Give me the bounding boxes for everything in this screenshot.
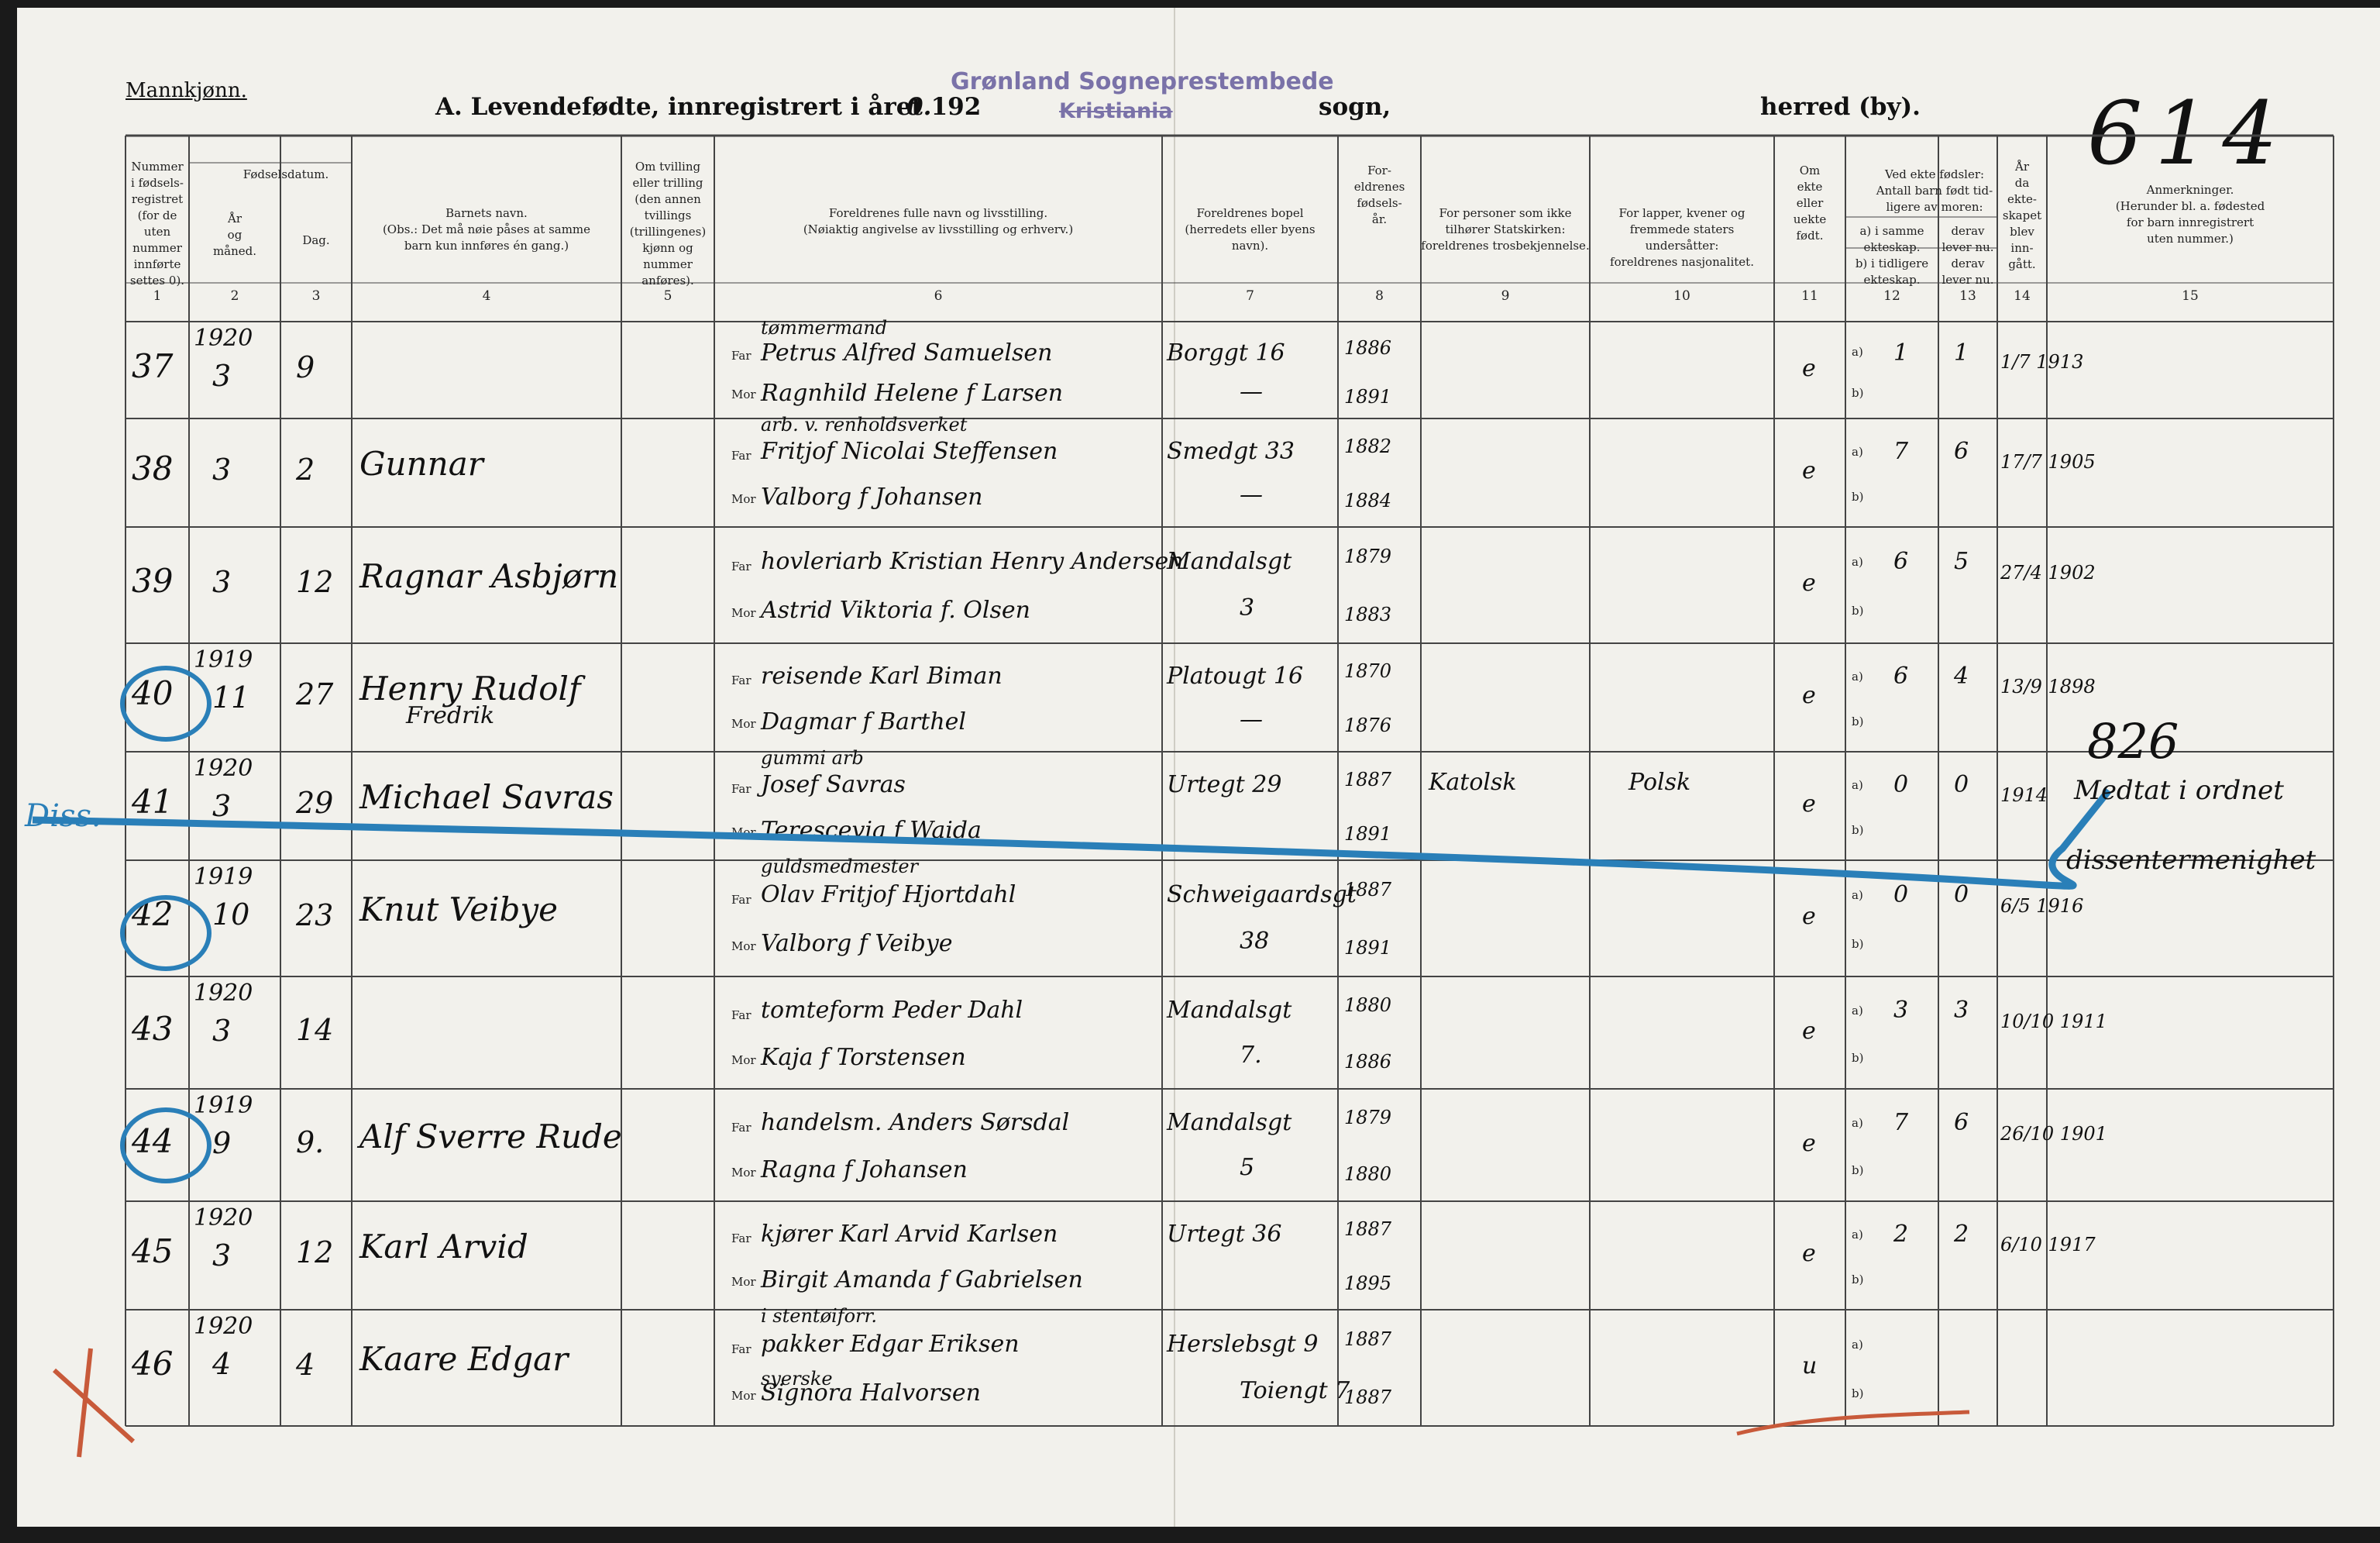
diss-label: Diss. xyxy=(25,798,101,834)
red-underline xyxy=(1736,1410,1970,1436)
remark-41-line2: dissentermenighet xyxy=(2066,845,2316,876)
pencil-annotations xyxy=(32,666,2112,1458)
circle-row-40 xyxy=(120,666,212,742)
circle-row-44 xyxy=(120,1107,212,1183)
circle-row-42 xyxy=(120,895,212,971)
red-cross-mark xyxy=(52,1348,136,1458)
register-page: Mannkjønn. A. Levendefødte, innregistrer… xyxy=(17,8,2380,1527)
blue-strike-line xyxy=(32,788,2112,890)
remark-41-line1: Medtat i ordnet xyxy=(2074,775,2284,806)
margin-number-826: 826 xyxy=(2087,713,2179,770)
